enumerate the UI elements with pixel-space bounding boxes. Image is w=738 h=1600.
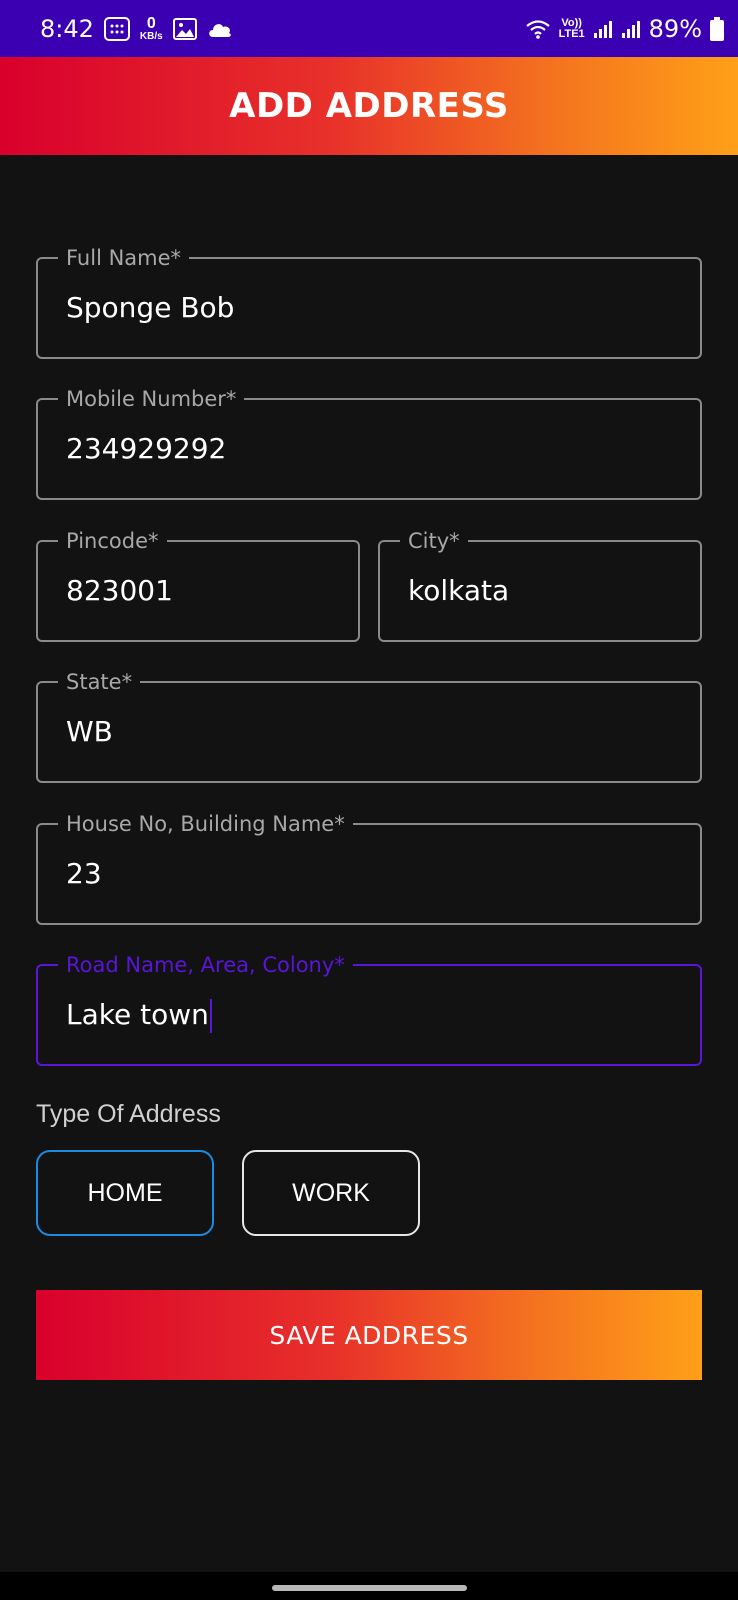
address-type-label: Type Of Address [36,1100,221,1128]
state-label: State* [58,668,141,696]
full-name-field[interactable]: Full Name* Sponge Bob [36,244,702,359]
address-type-work-button[interactable]: WORK [242,1150,420,1236]
house-building-field[interactable]: House No, Building Name* 23 [36,810,702,925]
mobile-number-field[interactable]: Mobile Number* 234929292 [36,385,702,500]
navigation-bar [0,1572,738,1600]
city-label: City* [400,527,468,555]
mobile-number-value: 234929292 [66,432,227,465]
cloud-icon [208,23,231,37]
road-area-value: Lake town [66,998,209,1031]
data-speed-unit: KB/s [139,30,163,42]
house-building-value: 23 [66,857,102,890]
status-icons-left: 0 KB/s [103,14,233,42]
full-name-value: Sponge Bob [66,291,235,324]
text-cursor [209,999,212,1033]
network-type: Vo)) LTE1 [558,16,585,40]
road-area-field[interactable]: Road Name, Area, Colony* Lake town [36,951,702,1066]
home-gesture-handle[interactable] [272,1585,467,1591]
city-value: kolkata [408,574,510,607]
data-speed-value: 0 [146,14,156,32]
wifi-icon [525,19,550,39]
gallery-icon [172,17,197,40]
status-time: 8:42 [40,14,94,43]
mobile-number-label: Mobile Number* [58,385,245,413]
house-building-label: House No, Building Name* [58,810,353,838]
status-icons-right: Vo)) LTE1 89% [525,15,724,43]
full-name-label: Full Name* [58,244,190,272]
battery-percent: 89% [648,14,702,43]
signal-icon [593,20,612,38]
signal-icon [621,20,640,38]
save-address-button[interactable]: SAVE ADDRESS [36,1290,702,1380]
app-header: ADD ADDRESS [0,57,738,155]
address-type-home-button[interactable]: HOME [36,1150,214,1236]
pincode-label: Pincode* [58,527,167,555]
road-area-label: Road Name, Area, Colony* [58,951,353,979]
battery-icon [710,16,724,41]
grid-icon [103,16,130,41]
state-value: WB [66,715,113,748]
city-field[interactable]: City* kolkata [378,527,702,642]
state-field[interactable]: State* WB [36,668,702,783]
status-bar: 8:42 0 KB/s Vo)) LTE1 89% [0,0,738,57]
data-speed-icon: 0 KB/s [139,14,163,42]
pincode-field[interactable]: Pincode* 823001 [36,527,360,642]
road-area-value-wrap: Lake town [66,998,212,1033]
page-title: ADD ADDRESS [229,86,509,126]
pincode-value: 823001 [66,574,173,607]
network-label-bottom: LTE1 [558,27,585,40]
network-label-top: Vo)) [561,16,582,29]
